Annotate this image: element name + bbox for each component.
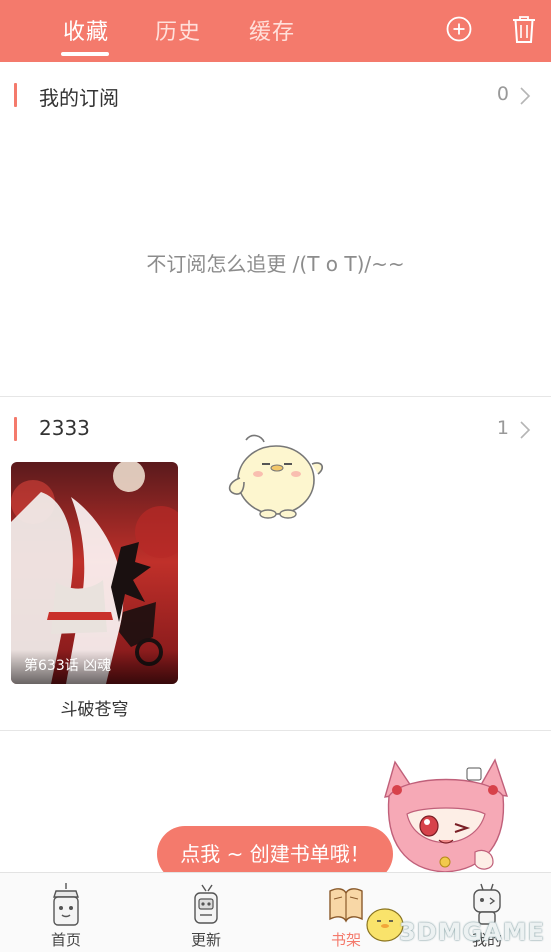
tab-favorites[interactable]: 收藏 <box>63 14 109 46</box>
tab-cache[interactable]: 缓存 <box>249 14 295 46</box>
cat-girl-mascot-icon[interactable] <box>375 752 515 878</box>
active-tab-indicator <box>61 52 109 56</box>
trash-icon[interactable] <box>509 13 539 45</box>
subscriptions-count: 0 <box>496 83 509 105</box>
nav-label-home: 首页 <box>50 931 81 949</box>
section-accent-bar <box>14 83 17 107</box>
home-lantern-icon <box>53 883 79 926</box>
bookshelf-icon <box>329 888 363 923</box>
comic-card[interactable]: 第633话 凶魂 <box>11 462 178 684</box>
top-bar: 收藏 历史 缓存 <box>0 0 551 62</box>
chevron-right-icon <box>520 421 531 439</box>
collection-title: 2333 <box>39 416 90 440</box>
nav-item-update[interactable]: 更新 <box>160 873 252 952</box>
chevron-right-icon <box>520 87 531 105</box>
tab-history[interactable]: 历史 <box>155 14 201 46</box>
collection-count: 1 <box>496 417 509 439</box>
add-circle-icon[interactable] <box>444 13 474 45</box>
subscriptions-header[interactable]: 我的订阅 0 <box>0 63 551 127</box>
section-divider <box>0 730 551 731</box>
nav-label-update: 更新 <box>190 931 221 949</box>
update-robot-icon <box>194 884 218 924</box>
nav-item-home[interactable]: 首页 <box>20 873 112 952</box>
section-accent-bar <box>14 417 17 441</box>
subscriptions-title: 我的订阅 <box>39 86 119 110</box>
empty-subscriptions-message: 不订阅怎么追更 /(T o T)/~~ <box>146 252 405 276</box>
bottom-navigation: 首页 更新 书架 我的 3DMGAME <box>0 872 551 952</box>
watermark-text: 3DMGAME <box>399 918 546 946</box>
comic-latest-chapter: 第633话 凶魂 <box>24 658 112 674</box>
comic-title[interactable]: 斗破苍穹 <box>11 695 178 720</box>
chick-mascot-icon <box>228 434 324 519</box>
